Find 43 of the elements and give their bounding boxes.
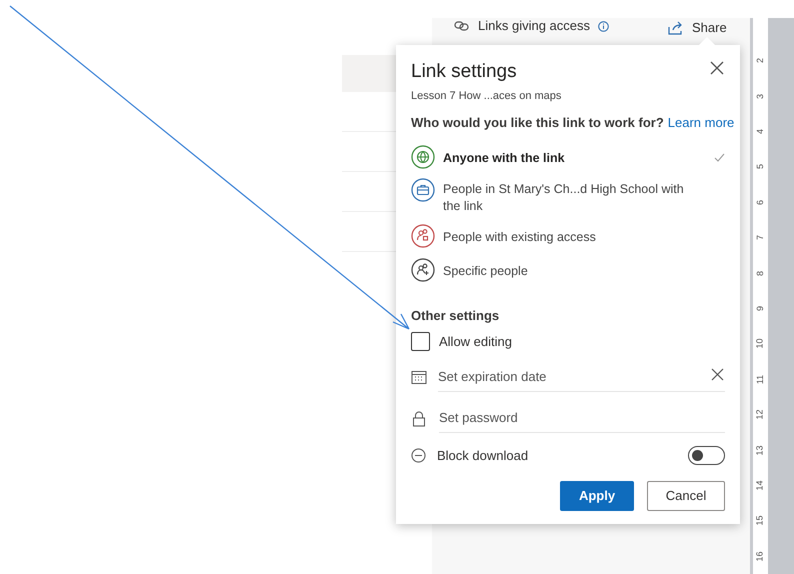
ruler-number: 7 [756,235,765,240]
learn-more-link[interactable]: Learn more [668,112,734,132]
link-audience-option[interactable]: People with existing access [403,219,733,253]
ruler-number: 10 [756,338,765,349]
file-name: Lesson 7 How ...aces on maps [411,89,562,104]
ruler-number: 5 [756,164,765,170]
toggle-switch[interactable] [688,446,725,465]
check-icon [714,152,725,162]
link-icon [454,21,470,31]
link-audience-option[interactable]: Anyone with the link [403,140,733,174]
ruler-number: 12 [756,410,765,420]
expiration-date-field[interactable]: Set expiration date [438,367,711,387]
dialog-title: Link settings [411,60,517,84]
password-field[interactable]: Set password [439,408,725,428]
block-download-label: Block download [437,446,530,464]
link-audience-option[interactable]: People in St Mary's Ch...d High School with the link [403,174,733,219]
ruler-number: 9 [756,306,765,312]
ruler-number: 8 [756,270,765,276]
close-icon[interactable] [710,61,724,75]
links-label: Links giving access [478,17,590,36]
block-icon [411,448,426,463]
calendar-icon [411,370,427,385]
ruler-number: 4 [756,129,765,134]
ruler-number: 13 [756,445,765,456]
section-heading: Other settings [411,307,500,325]
lock-icon [412,410,426,426]
checkbox-label: Allow editing [439,332,512,351]
allow-editing-checkbox[interactable] [411,332,430,351]
share-button[interactable]: Share [668,18,727,38]
question-text: Who would you like this link to work for? [411,114,664,132]
ruler-number: 14 [756,480,765,491]
ruler-number: 16 [756,551,765,562]
ruler-number: 15 [756,516,765,526]
clear-icon[interactable] [711,368,724,380]
link-audience-option[interactable]: Specific people [403,253,733,287]
apply-button[interactable]: Apply [560,481,634,511]
ruler-number: 11 [756,374,765,384]
ruler-number: 2 [756,58,765,64]
ruler-number: 6 [756,200,765,205]
share-icon [668,20,684,35]
info-icon [598,20,609,32]
ruler-number: 3 [756,94,765,99]
cancel-button[interactable]: Cancel [647,481,725,511]
